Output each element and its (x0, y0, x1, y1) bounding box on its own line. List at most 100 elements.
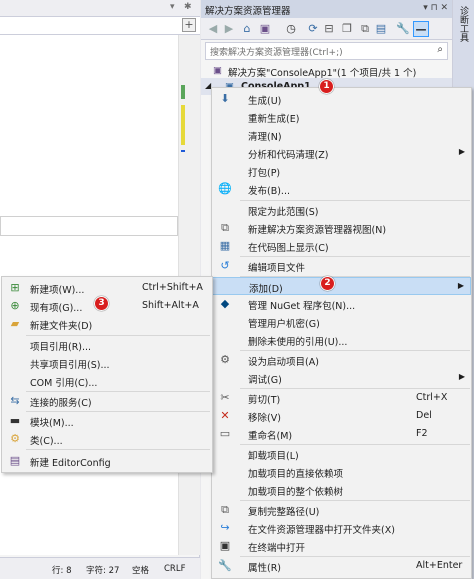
wrench-icon: 🔧 (218, 559, 232, 572)
menu-item-clean[interactable]: 清理(N) (212, 126, 471, 144)
status-spacing[interactable]: 空格 (132, 564, 149, 576)
gear-icon: ⚙ (220, 353, 230, 366)
menu-item-rename[interactable]: ▭ 重命名(M) F2 (212, 425, 471, 443)
menu-item-nuget[interactable]: ◆ 管理 NuGet 程序包(N)... (212, 295, 471, 313)
submenu-arrow-icon: ▶ (458, 147, 465, 156)
menu-item-remove[interactable]: ✕ 移除(V) Del (212, 407, 471, 425)
editor-tab-bar: ▾ ✱ (0, 0, 200, 17)
menu-item-build[interactable]: ⬇ 生成(U) (212, 90, 471, 108)
menu-item-remove-unused[interactable]: 删除未使用的引用(U)... (212, 331, 471, 349)
tab-dropdown-icon[interactable]: ▾ (170, 2, 175, 12)
editor-text-box[interactable] (0, 216, 178, 236)
menu-item-code-map[interactable]: ▦ 在代码图上显示(C) (212, 237, 471, 255)
globe-icon: 🌐 (218, 182, 232, 195)
panel-title: 解决方案资源管理器 (205, 6, 291, 17)
solution-explorer-title-bar: 解决方案资源管理器 ▾ ⊓ ✕ (201, 0, 452, 18)
menu-item-com-reference[interactable]: COM 引用(C)... (2, 372, 212, 390)
class-icon: ⚙ (10, 432, 20, 445)
properties-icon[interactable]: ⧉ (357, 21, 373, 37)
step-badge-2: 2 (320, 276, 335, 291)
menu-item-connected-services[interactable]: ⇆ 连接的服务(C) (2, 392, 212, 410)
copy-path-icon: ⧉ (221, 503, 229, 516)
menu-item-project-reference[interactable]: 项目引用(R)... (2, 336, 212, 354)
refresh-icon: ↺ (220, 259, 230, 272)
menu-item-publish[interactable]: 🌐 发布(B)... (212, 180, 471, 198)
new-item-icon: ⊞ (10, 281, 20, 294)
menu-item-rebuild[interactable]: 重新生成(E) (212, 108, 471, 126)
diagnostics-tab-label: 诊断工具 (458, 6, 468, 42)
submenu-arrow-icon: ▶ (457, 281, 464, 290)
menu-item-class[interactable]: ⚙ 类(C)... (2, 430, 212, 448)
menu-item-cut[interactable]: ✂ 剪切(T) Ctrl+X (212, 389, 471, 407)
history-icon[interactable]: ◷ (283, 21, 299, 37)
cut-icon: ✂ (220, 391, 230, 404)
project-context-menu: ⬇ 生成(U) 重新生成(E) 清理(N) 分析和代码清理(Z) ▶ 打包(P)… (211, 87, 472, 579)
connected-service-icon: ⇆ (10, 394, 20, 407)
module-icon: ▬ (9, 414, 21, 427)
menu-item-debug[interactable]: 调试(G) ▶ (212, 369, 471, 387)
folder-icon: ▰ (10, 317, 20, 330)
menu-item-shared-project-reference[interactable]: 共享项目引用(S)... (2, 354, 212, 372)
search-input[interactable]: 搜索解决方案资源管理器(Ctrl+;) ⌕ (205, 42, 448, 60)
step-badge-1: 1 (319, 79, 334, 94)
menu-item-new-folder[interactable]: ▰ 新建文件夹(D) (2, 315, 212, 333)
back-icon[interactable]: ◀ (205, 21, 221, 37)
menu-item-load-direct-deps[interactable]: 加载项目的直接依赖项 (212, 463, 471, 481)
menu-item-user-secrets[interactable]: 管理用户机密(G) (212, 313, 471, 331)
wrench-icon[interactable]: 🔧 (395, 21, 411, 37)
menu-item-new-item[interactable]: ⊞ 新建项(W)... Ctrl+Shift+A (2, 279, 212, 297)
menu-item-scope[interactable]: 限定为此范围(S) (212, 201, 471, 219)
step-badge-3: 3 (94, 296, 109, 311)
build-icon: ⬇ (220, 92, 230, 105)
settings-icon[interactable]: ✱ (184, 2, 192, 12)
solution-node[interactable]: ▣ 解决方案"ConsoleApp1"(1 个项目/共 1 个) (201, 62, 452, 79)
search-placeholder: 搜索解决方案资源管理器(Ctrl+;) (210, 48, 343, 58)
menu-item-module[interactable]: ▬ 模块(M)... (2, 412, 212, 430)
menu-item-pack[interactable]: 打包(P) (212, 162, 471, 180)
menu-item-set-startup[interactable]: ⚙ 设为启动项目(A) (212, 351, 471, 369)
show-all-files-icon[interactable]: ❐ (339, 21, 355, 37)
rename-icon: ▭ (219, 427, 231, 440)
scroll-change-marker (181, 105, 185, 145)
solution-icon: ▣ (213, 65, 222, 76)
menu-item-copy-path[interactable]: ⧉ 复制完整路径(U) (212, 501, 471, 519)
existing-item-icon: ⊕ (10, 299, 20, 312)
nuget-icon: ◆ (220, 297, 230, 310)
menu-item-edit-project[interactable]: ↺ 编辑项目文件 (212, 257, 471, 275)
open-folder-icon: ↪ (220, 521, 230, 534)
switch-views-icon[interactable]: ▣ (257, 21, 273, 37)
panel-window-controls[interactable]: ▾ ⊓ ✕ (423, 3, 448, 13)
split-editor-button[interactable]: + (182, 18, 196, 32)
menu-item-unload[interactable]: 卸载项目(L) (212, 445, 471, 463)
solution-label: 解决方案"ConsoleApp1"(1 个项目/共 1 个) (228, 68, 417, 79)
status-line[interactable]: 行: 8 (52, 564, 71, 576)
code-map-icon: ▦ (219, 239, 231, 252)
menu-item-analyze[interactable]: 分析和代码清理(Z) ▶ (212, 144, 471, 162)
scroll-caret-marker (181, 150, 185, 152)
submenu-arrow-icon: ▶ (458, 372, 465, 381)
menu-item-load-dep-tree[interactable]: 加载项目的整个依赖树 (212, 481, 471, 499)
status-bar: 行: 8 字符: 27 空格 CRLF (0, 557, 200, 579)
menu-item-open-folder[interactable]: ↪ 在文件资源管理器中打开文件夹(X) (212, 519, 471, 537)
menu-item-open-terminal[interactable]: ▣ 在终端中打开 (212, 537, 471, 555)
scroll-change-marker (181, 85, 185, 99)
menu-item-new-view[interactable]: ⧉ 新建解决方案资源管理器视图(N) (212, 219, 471, 237)
status-char[interactable]: 字符: 27 (86, 564, 119, 576)
menu-separator (26, 449, 210, 450)
home-icon[interactable]: ⌂ (239, 21, 255, 37)
collapse-all-icon[interactable]: ⊟ (321, 21, 337, 37)
menu-item-new-editorconfig[interactable]: ▤ 新建 EditorConfig (2, 452, 212, 470)
terminal-icon: ▣ (219, 539, 231, 552)
forward-icon[interactable]: ▶ (221, 21, 237, 37)
new-view-icon: ⧉ (221, 221, 229, 234)
search-icon[interactable]: ⌕ (437, 44, 443, 55)
menu-item-add[interactable]: 添加(D) ▶ (212, 277, 471, 295)
sync-icon[interactable]: ⟳ (305, 21, 321, 37)
pin-icon[interactable]: — (413, 21, 429, 37)
menu-item-properties[interactable]: 🔧 属性(R) Alt+Enter (212, 557, 471, 575)
status-eol[interactable]: CRLF (164, 564, 185, 574)
editor-navigation-bar: + (0, 17, 200, 35)
remove-icon: ✕ (220, 409, 230, 422)
editorconfig-icon: ▤ (9, 454, 21, 467)
preview-icon[interactable]: ▤ (373, 21, 389, 37)
